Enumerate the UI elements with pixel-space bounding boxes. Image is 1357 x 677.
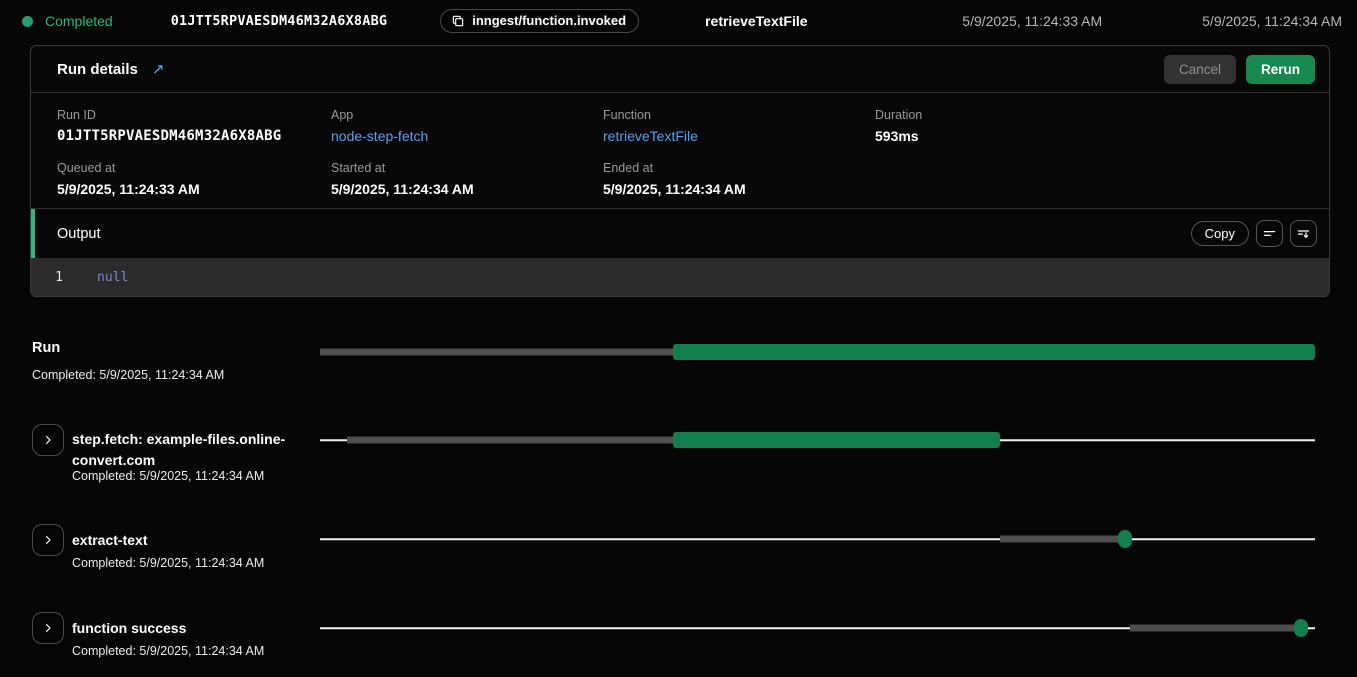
app-link[interactable]: node-step-fetch [331, 128, 603, 144]
expand-extract-text-button[interactable] [32, 524, 64, 556]
timeline-segment-active [673, 344, 1315, 360]
status-label: Completed [45, 13, 113, 29]
chevron-right-icon [42, 434, 54, 446]
copy-output-button[interactable]: Copy [1191, 221, 1249, 246]
step-completed: Completed: 5/9/2025, 11:24:34 AM [72, 644, 264, 658]
copy-icon [451, 14, 465, 28]
field-queued-at: Queued at 5/9/2025, 11:24:33 AM [57, 161, 331, 197]
field-label: Started at [331, 161, 603, 175]
cancel-button[interactable]: Cancel [1164, 55, 1236, 84]
started-timestamp: 5/9/2025, 11:24:34 AM [1202, 13, 1342, 29]
run-summary-row[interactable]: Completed 01JTT5RPVAESDM46M32A6X8ABG inn… [0, 0, 1357, 42]
timeline-run-track [320, 343, 1315, 361]
function-success-track [320, 619, 1315, 637]
wrap-lines-icon[interactable] [1256, 220, 1283, 247]
timeline-segment-dot [1294, 619, 1308, 637]
expand-step-fetch-button[interactable] [32, 424, 64, 456]
field-function: Function retrieveTextFile [603, 108, 875, 144]
output-title: Output [57, 226, 101, 242]
timeline-segment-base [320, 538, 1315, 540]
timeline-segment-waiting [1000, 536, 1122, 543]
run-details-grid: Run ID 01JTT5RPVAESDM46M32A6X8ABG App no… [31, 93, 1329, 197]
field-label: App [331, 108, 603, 122]
timeline-run-completed: Completed: 5/9/2025, 11:24:34 AM [32, 368, 224, 382]
field-value: 01JTT5RPVAESDM46M32A6X8ABG [57, 128, 331, 144]
timeline-run-label: Run [32, 340, 60, 356]
timeline-segment-waiting [347, 437, 673, 444]
output-accent-bar [31, 209, 35, 258]
run-details-panel: Run details ↗ Cancel Rerun Run ID 01JTT5… [30, 45, 1330, 297]
field-app: App node-step-fetch [331, 108, 603, 144]
field-label: Function [603, 108, 875, 122]
field-label: Duration [875, 108, 1303, 122]
output-header: Output Copy [31, 208, 1329, 258]
line-number: 1 [31, 270, 87, 285]
field-label: Queued at [57, 161, 331, 175]
status-dot-icon [22, 16, 33, 27]
event-name-badge[interactable]: inngest/function.invoked [440, 9, 639, 33]
step-title: step.fetch: example-files.online-convert… [72, 429, 324, 471]
timeline-segment-dot [1118, 530, 1132, 548]
function-link[interactable]: retrieveTextFile [603, 128, 875, 144]
field-value: 5/9/2025, 11:24:34 AM [603, 181, 875, 197]
step-fetch-track [320, 431, 1315, 449]
step-completed: Completed: 5/9/2025, 11:24:34 AM [72, 556, 264, 570]
field-ended-at: Ended at 5/9/2025, 11:24:34 AM [603, 161, 875, 197]
panel-header: Run details ↗ Cancel Rerun [31, 46, 1329, 93]
field-value: 5/9/2025, 11:24:33 AM [57, 181, 331, 197]
external-link-icon[interactable]: ↗ [152, 60, 165, 78]
step-title: function success [72, 618, 324, 639]
timeline-segment-waiting [320, 349, 673, 356]
panel-title: Run details [57, 61, 138, 78]
function-name: retrieveTextFile [705, 13, 807, 29]
field-run-id: Run ID 01JTT5RPVAESDM46M32A6X8ABG [57, 108, 331, 144]
rerun-button[interactable]: Rerun [1246, 55, 1315, 84]
field-started-at: Started at 5/9/2025, 11:24:34 AM [331, 161, 603, 197]
run-id: 01JTT5RPVAESDM46M32A6X8ABG [171, 13, 388, 29]
timeline-segment-waiting [1130, 625, 1296, 632]
field-label: Ended at [603, 161, 875, 175]
field-duration: Duration 593ms [875, 108, 1303, 144]
step-completed: Completed: 5/9/2025, 11:24:34 AM [72, 469, 264, 483]
output-value: null [97, 270, 128, 285]
chevron-right-icon [42, 622, 54, 634]
field-value: 5/9/2025, 11:24:34 AM [331, 181, 603, 197]
expand-output-icon[interactable] [1290, 220, 1317, 247]
timeline-segment-active [673, 432, 1000, 448]
output-code-block: 1 null [31, 258, 1329, 296]
extract-text-track [320, 530, 1315, 548]
queued-timestamp: 5/9/2025, 11:24:33 AM [962, 13, 1102, 29]
event-name-label: inngest/function.invoked [472, 13, 626, 28]
field-value: 593ms [875, 128, 1303, 144]
step-title: extract-text [72, 530, 324, 551]
field-label: Run ID [57, 108, 331, 122]
expand-function-success-button[interactable] [32, 612, 64, 644]
chevron-right-icon [42, 534, 54, 546]
